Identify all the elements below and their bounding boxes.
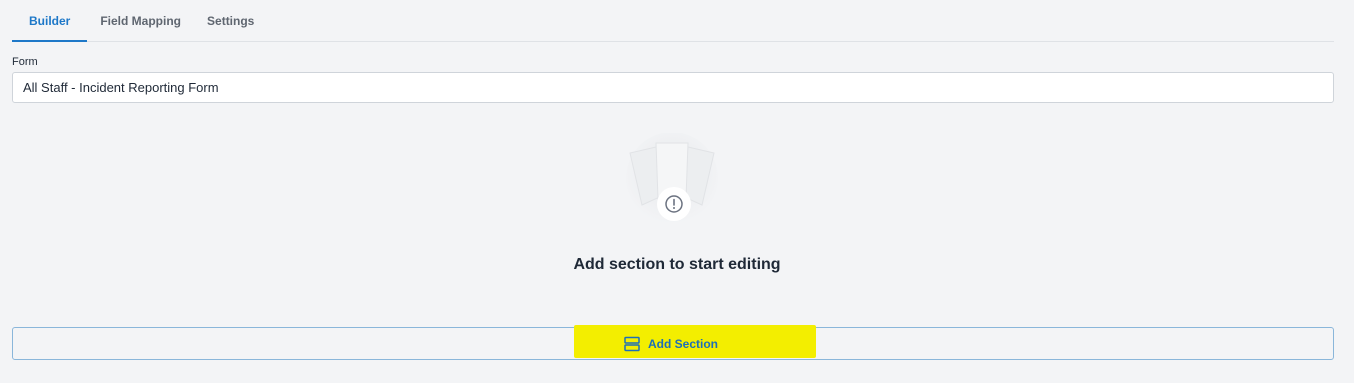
tab-settings[interactable]: Settings [194, 0, 267, 41]
form-label: Form [12, 56, 38, 68]
add-section-label: Add Section [648, 337, 719, 351]
empty-state-message: Add section to start editing [573, 256, 781, 273]
tab-builder[interactable]: Builder [12, 0, 88, 42]
tab-bar: Builder Field Mapping Settings [12, 0, 1334, 42]
empty-cards-alert-icon [620, 132, 724, 224]
form-name-input[interactable] [12, 72, 1334, 103]
add-section-button[interactable]: Add Section [624, 334, 718, 354]
tab-field-mapping[interactable]: Field Mapping [87, 0, 194, 41]
section-layout-icon [624, 336, 640, 352]
